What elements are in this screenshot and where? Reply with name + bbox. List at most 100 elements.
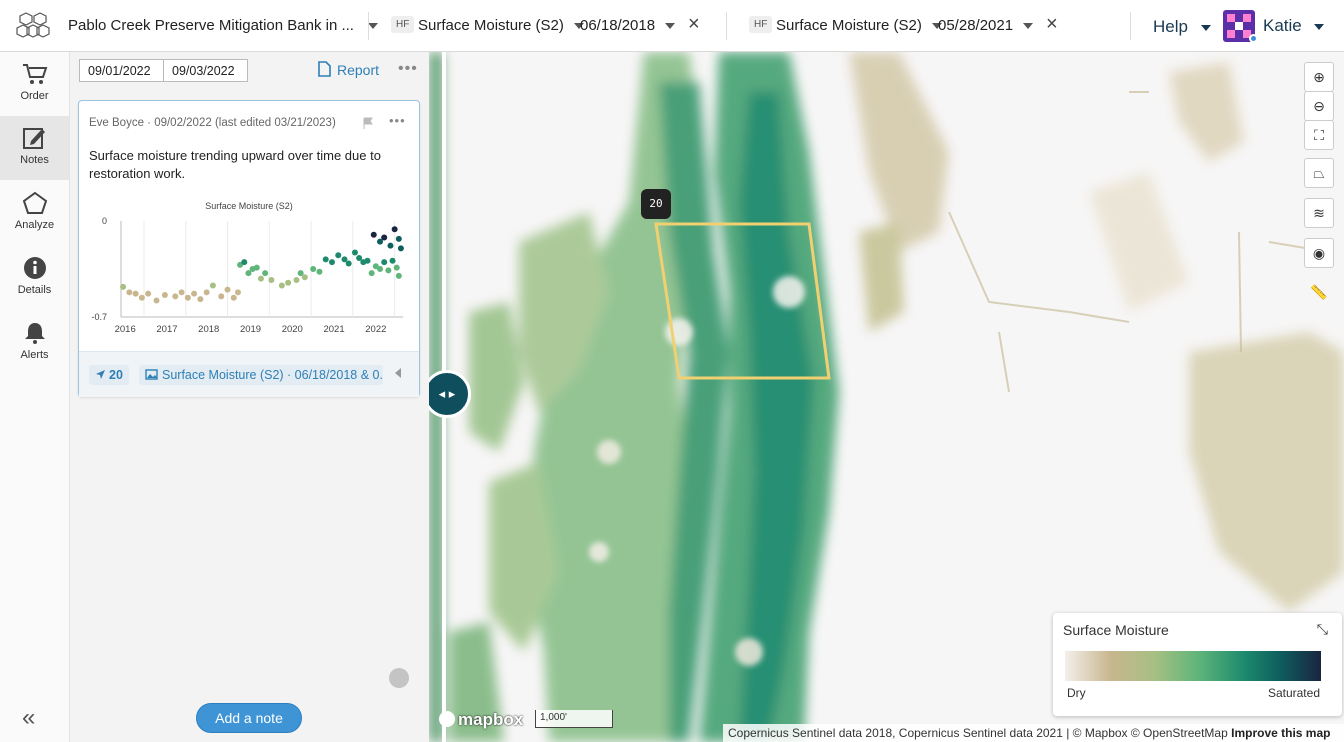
cart-icon	[22, 64, 47, 84]
flag-icon[interactable]	[362, 117, 374, 130]
nav-order[interactable]: Order	[0, 52, 69, 116]
data-point	[395, 272, 402, 279]
user-menu[interactable]: Katie	[1263, 16, 1325, 36]
note-options-icon[interactable]: •••	[389, 113, 406, 128]
chevron-down-icon	[1200, 24, 1211, 31]
data-point	[178, 289, 185, 296]
data-point	[138, 294, 145, 301]
fit-bounds-icon[interactable]: ⛶	[1304, 120, 1334, 150]
data-point	[234, 289, 241, 296]
right-date-selector[interactable]: 05/28/2021	[938, 17, 1034, 34]
report-label: Report	[337, 62, 380, 78]
note-meta: Eve Boyce · 09/02/2022 (last edited 03/2…	[89, 117, 336, 129]
mapbox-logo[interactable]: mapbox	[439, 710, 523, 730]
note-footer: 20 Surface Moisture (S2) · 06/18/2018 & …	[79, 351, 419, 397]
y-tick-label: 0	[102, 216, 107, 226]
add-note-button[interactable]: Add a note	[196, 703, 302, 733]
close-left-layer-icon[interactable]: ×	[688, 14, 700, 34]
data-point	[397, 245, 404, 252]
data-point	[351, 249, 358, 256]
report-button[interactable]: Report	[318, 61, 379, 78]
nav-details[interactable]: Details	[0, 246, 69, 310]
more-options-icon[interactable]: •••	[398, 60, 418, 78]
chevron-down-icon	[1023, 23, 1034, 30]
x-tick-label: 2018	[198, 324, 219, 335]
chevron-left-icon[interactable]	[395, 368, 401, 378]
data-point	[126, 289, 133, 296]
image-icon	[145, 369, 158, 380]
pin-chip[interactable]: 20	[89, 365, 129, 385]
data-point	[345, 260, 352, 267]
end-date-input[interactable]: 09/03/2022	[163, 59, 248, 82]
visibility-eye-icon[interactable]: ◉	[1304, 238, 1334, 268]
note-pin[interactable]: 20	[641, 189, 671, 219]
layer-chip[interactable]: Surface Moisture (S2) · 06/18/2018 & 0..…	[139, 365, 383, 385]
left-layer-name: Surface Moisture (S2)	[418, 17, 564, 34]
legend-low-label: Dry	[1067, 686, 1086, 700]
bell-icon	[24, 323, 45, 344]
chevron-down-icon	[665, 23, 676, 30]
scale-bar: 1,000'	[535, 710, 613, 728]
nav-label: Notes	[20, 154, 49, 166]
help-menu[interactable]: Help	[1153, 17, 1211, 37]
data-point	[120, 283, 127, 290]
data-point	[381, 259, 388, 266]
data-point	[224, 286, 231, 293]
chart-title: Surface Moisture (S2)	[205, 201, 293, 211]
zoom-out-icon[interactable]: ⊖	[1304, 91, 1334, 121]
left-layer-selector[interactable]: Surface Moisture (S2)	[418, 17, 585, 34]
x-tick-label: 2017	[156, 324, 177, 335]
attribution-text: Copernicus Sentinel data 2018, Copernicu…	[728, 726, 1228, 740]
project-name: Pablo Creek Preserve Mitigation Bank in …	[68, 17, 354, 34]
x-tick-label: 2022	[365, 324, 386, 335]
nav-label: Analyze	[14, 219, 55, 231]
scroll-knob[interactable]	[389, 668, 409, 688]
data-point	[161, 292, 168, 299]
data-point	[381, 234, 388, 241]
data-point	[370, 231, 377, 238]
attribution: Copernicus Sentinel data 2018, Copernicu…	[723, 724, 1344, 742]
data-point	[278, 282, 285, 289]
data-point	[230, 294, 237, 301]
data-point	[328, 259, 335, 266]
notes-panel: 09/01/2022 09/03/2022 Report ••• Eve Boy…	[70, 52, 429, 742]
close-right-layer-icon[interactable]: ×	[1046, 14, 1058, 34]
collapse-legend-icon[interactable]: ⤡	[1317, 621, 1328, 638]
layers-icon[interactable]: ≋	[1304, 198, 1334, 228]
notes-icon	[22, 128, 45, 149]
left-nav: Order Notes Analyze Details Alerts «	[0, 52, 70, 742]
right-layer-selector[interactable]: Surface Moisture (S2)	[776, 17, 943, 34]
data-point	[268, 276, 275, 283]
nav-label: Alerts	[20, 349, 49, 361]
left-layer-date: 06/18/2018	[580, 17, 656, 34]
improve-map-link[interactable]: Improve this map	[1231, 726, 1330, 740]
ruler-icon[interactable]: 📏	[1304, 278, 1334, 308]
logo-icon[interactable]	[16, 11, 50, 41]
data-point	[132, 290, 139, 297]
perspective-icon[interactable]: ⏢	[1304, 158, 1334, 188]
top-bar: Pablo Creek Preserve Mitigation Bank in …	[0, 0, 1344, 52]
note-card[interactable]: Eve Boyce · 09/02/2022 (last edited 03/2…	[78, 100, 420, 397]
nav-alerts[interactable]: Alerts	[0, 311, 69, 375]
start-date-input[interactable]: 09/01/2022	[79, 59, 164, 82]
data-point	[364, 257, 371, 264]
map-view[interactable]: ◂ ▸ 20 ⊕ ⊖ ⛶ ⏢ ≋ ◉ 📏 Surface Moisture ⤡ …	[429, 52, 1344, 742]
data-point	[153, 297, 160, 304]
nav-analyze[interactable]: Analyze	[0, 181, 69, 245]
nav-label: Order	[20, 90, 49, 102]
data-point	[172, 293, 179, 300]
note-text: Surface moisture trending upward over ti…	[89, 148, 381, 181]
data-point	[197, 296, 204, 303]
nav-notes[interactable]: Notes	[0, 116, 69, 180]
data-point	[145, 290, 152, 297]
zoom-in-icon[interactable]: ⊕	[1304, 62, 1334, 92]
project-selector[interactable]: Pablo Creek Preserve Mitigation Bank in …	[68, 17, 379, 34]
layer-chip-label: Surface Moisture (S2) · 06/18/2018 & 0..…	[162, 368, 383, 382]
layer-tag: HF	[391, 16, 415, 33]
data-point	[241, 259, 248, 266]
data-point	[285, 279, 292, 286]
x-tick-label: 2016	[115, 324, 136, 335]
left-date-selector[interactable]: 06/18/2018	[580, 17, 676, 34]
collapse-sidebar-icon[interactable]: «	[22, 704, 35, 732]
user-name: Katie	[1263, 16, 1302, 35]
